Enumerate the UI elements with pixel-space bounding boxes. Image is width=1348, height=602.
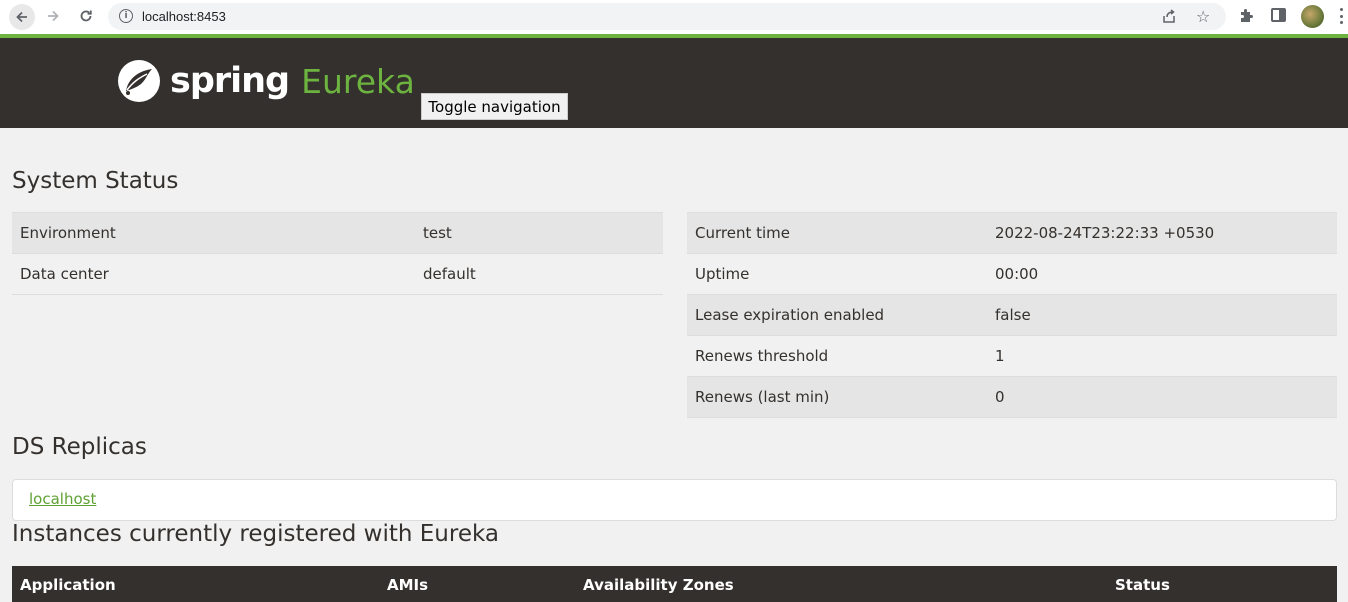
logo-spring-text: spring — [170, 61, 290, 101]
instances-table-header: Application AMIs Availability Zones Stat… — [12, 566, 1337, 602]
system-status-right-table: Current time 2022-08-24T23:22:33 +0530 U… — [687, 212, 1337, 418]
table-row: Environment test — [12, 212, 663, 254]
status-value: 2022-08-24T23:22:33 +0530 — [987, 212, 1337, 254]
arrow-left-icon — [16, 11, 27, 23]
status-key: Current time — [687, 212, 987, 254]
extensions-puzzle-icon[interactable] — [1239, 7, 1255, 23]
system-status-left-table: Environment test Data center default — [12, 212, 663, 295]
address-bar[interactable]: i localhost:8453 ☆ — [108, 3, 1226, 30]
status-key: Lease expiration enabled — [687, 294, 987, 336]
url-text[interactable]: localhost:8453 — [142, 9, 226, 24]
browser-toolbar: i localhost:8453 ☆ — [0, 0, 1348, 34]
instances-heading: Instances currently registered with Eure… — [12, 521, 499, 547]
reload-icon — [80, 10, 92, 22]
status-value: 00:00 — [987, 253, 1337, 295]
status-value: test — [415, 212, 663, 254]
table-row: Lease expiration enabled false — [687, 294, 1337, 336]
system-status-heading: System Status — [12, 168, 179, 194]
replica-link-localhost[interactable]: localhost — [29, 490, 96, 508]
forward-button[interactable] — [41, 4, 65, 28]
status-value: false — [987, 294, 1337, 336]
ds-replicas-heading: DS Replicas — [12, 434, 147, 460]
profile-avatar[interactable] — [1301, 5, 1324, 28]
status-key: Uptime — [687, 253, 987, 295]
status-value: 1 — [987, 335, 1337, 377]
logo-eureka-text: Eureka — [301, 61, 415, 101]
eureka-navbar: spring Eureka Toggle navigation — [0, 38, 1348, 128]
side-panel-icon[interactable] — [1271, 8, 1286, 22]
table-row: Renews (last min) 0 — [687, 376, 1337, 418]
column-header-availability-zones: Availability Zones — [583, 576, 734, 594]
table-row: Renews threshold 1 — [687, 335, 1337, 377]
back-button[interactable] — [9, 4, 35, 30]
reload-button[interactable] — [74, 4, 98, 28]
arrow-right-icon — [48, 10, 59, 22]
status-key: Renews threshold — [687, 335, 987, 377]
column-header-status: Status — [1115, 576, 1170, 594]
spring-eureka-logo[interactable]: spring Eureka — [116, 58, 415, 104]
status-key: Renews (last min) — [687, 376, 987, 418]
status-key: Data center — [12, 253, 415, 295]
ds-replicas-list: localhost — [12, 479, 1337, 521]
column-header-amis: AMIs — [387, 576, 429, 594]
table-row: Uptime 00:00 — [687, 253, 1337, 295]
share-icon[interactable] — [1160, 8, 1178, 26]
more-menu-icon[interactable] — [1340, 8, 1344, 24]
status-key: Environment — [12, 212, 415, 254]
info-icon[interactable]: i — [119, 9, 133, 23]
column-header-application: Application — [20, 576, 116, 594]
table-row: Current time 2022-08-24T23:22:33 +0530 — [687, 212, 1337, 254]
status-value: 0 — [987, 376, 1337, 418]
toggle-navigation-button[interactable]: Toggle navigation — [421, 93, 568, 120]
status-value: default — [415, 253, 663, 295]
spring-leaf-icon — [118, 60, 160, 102]
bookmark-star-icon[interactable]: ☆ — [1196, 7, 1210, 27]
table-row: Data center default — [12, 253, 663, 295]
